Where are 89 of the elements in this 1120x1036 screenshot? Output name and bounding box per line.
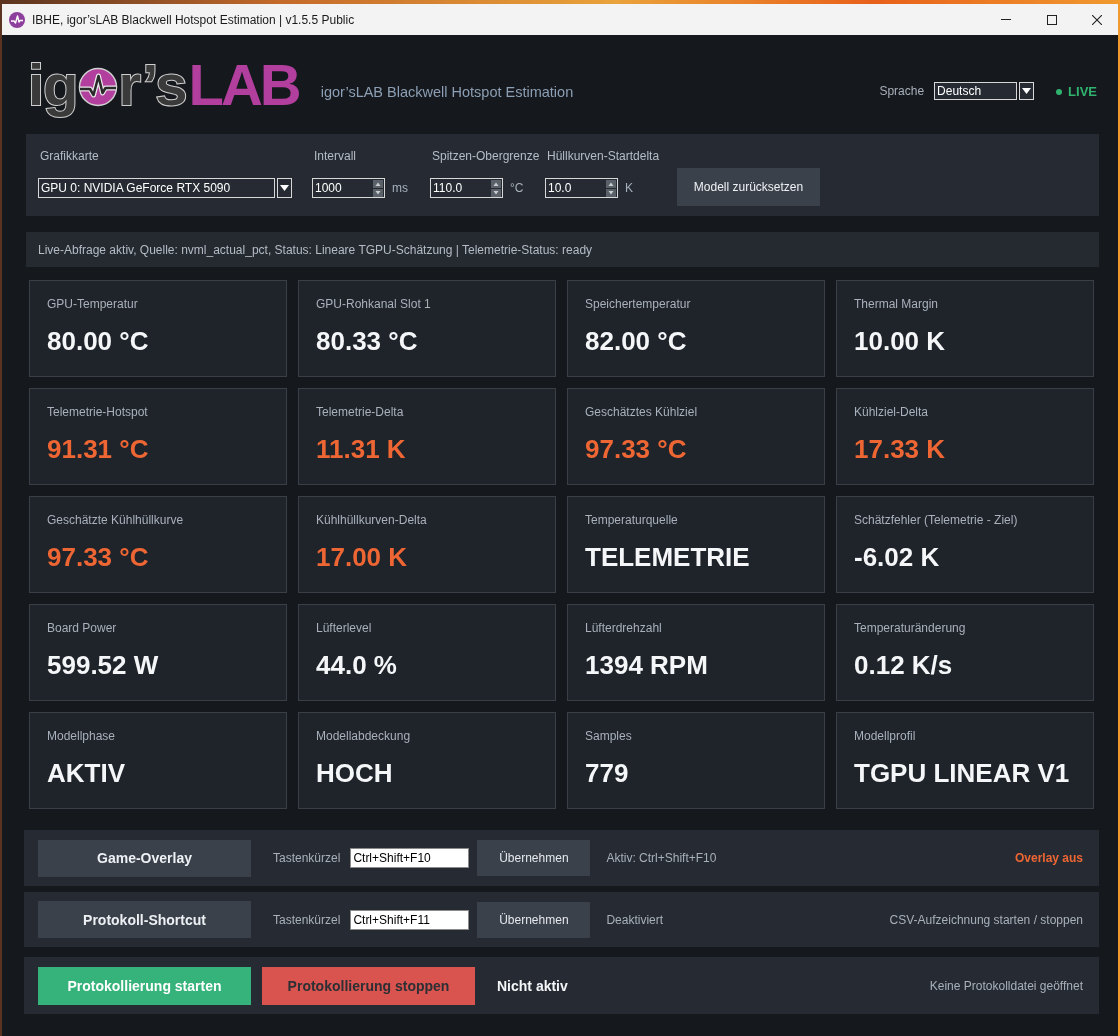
caret-icon xyxy=(280,185,289,191)
metric-label: Board Power xyxy=(47,620,117,637)
shortcut-note: CSV-Aufzeichnung starten / stoppen xyxy=(889,912,1083,927)
metric-label: Modellphase xyxy=(47,728,116,745)
metric-label: Geschätzte Kühlhüllkurve xyxy=(47,512,184,529)
app-subtitle: igor’sLAB Blackwell Hotspot Estimation xyxy=(320,83,574,100)
shortcut-input[interactable]: Ctrl+Shift+F10 xyxy=(350,848,470,868)
metric-label: Telemetrie-Hotspot xyxy=(47,404,148,421)
metric-value: 82.00 °C xyxy=(585,325,687,357)
apply-button[interactable]: Übernehmen xyxy=(477,901,591,938)
number-field[interactable]: 110.0 xyxy=(430,178,503,198)
metric-label: Temperaturänderung xyxy=(854,620,966,637)
shortcut-input[interactable]: Ctrl+Shift+F11 xyxy=(350,909,470,930)
up-arrow-icon[interactable] xyxy=(606,179,616,188)
field-label: Intervall xyxy=(313,148,358,164)
unit-label: K xyxy=(625,181,633,195)
pulse-ring-icon xyxy=(77,66,118,107)
metric-label: Lüfterlevel xyxy=(316,620,372,637)
unit-label: °C xyxy=(510,181,524,195)
metric-label: Telemetrie-Delta xyxy=(316,404,404,421)
metric-value: -6.02 K xyxy=(854,541,940,573)
metric-value: 11.31 K xyxy=(316,433,406,465)
metric-value: 91.31 °C xyxy=(47,433,149,465)
metric-value: 17.33 K xyxy=(854,433,946,465)
metric-value: 80.33 °C xyxy=(316,325,418,357)
number-field[interactable]: 1000 xyxy=(312,178,385,198)
live-label: LIVE xyxy=(1068,84,1097,99)
metric-label: Samples xyxy=(585,728,632,745)
metric-label: Temperaturquelle xyxy=(585,512,678,529)
metric-value: TGPU LINEAR V1 xyxy=(854,757,1070,789)
metric-label: Schätzfehler (Telemetrie - Ziel) xyxy=(854,512,1018,529)
dropdown-button[interactable] xyxy=(277,178,292,198)
logging-file-status: Keine Protokolldatei geöffnet xyxy=(929,978,1083,993)
shortcut-label: Tastenkürzel xyxy=(273,912,341,927)
metric-value: 17.00 K xyxy=(316,541,408,573)
language-label: Sprache xyxy=(879,83,925,98)
logging-state: Nicht aktiv xyxy=(497,977,568,994)
unit-label: ms xyxy=(392,181,408,195)
shortcut-toggle-button[interactable]: Protokoll-Shortcut xyxy=(38,901,251,938)
app-pulse-icon xyxy=(9,11,25,28)
status-text: Live-Abfrage aktiv, Quelle: nvml_actual_pct, Status: Lineare TGPU-Schätzung | Telemetrie-Status: ready xyxy=(38,242,593,257)
metric-value: TELEMETRIE xyxy=(585,541,750,573)
metric-label: Modellabdeckung xyxy=(316,728,411,745)
metric-value: AKTIV xyxy=(47,757,125,789)
field-label: Hüllkurven-Startdelta xyxy=(546,148,661,164)
metric-value: 97.33 °C xyxy=(47,541,149,573)
apply-button[interactable]: Übernehmen xyxy=(477,840,591,876)
shortcut-status: Deaktiviert xyxy=(606,912,664,927)
metric-label: Thermal Margin xyxy=(854,296,939,313)
metric-value: 0.12 K/s xyxy=(854,649,953,681)
logo-text: r’s xyxy=(118,54,187,115)
close-icon xyxy=(1091,14,1102,25)
up-arrow-icon[interactable] xyxy=(373,179,383,188)
metric-label: GPU-Rohkanal Slot 1 xyxy=(316,296,431,313)
caret-icon xyxy=(1022,87,1032,94)
down-arrow-icon[interactable] xyxy=(373,188,383,197)
reset-model-button[interactable]: Modell zurücksetzen xyxy=(677,168,820,206)
metric-label: Kühlziel-Delta xyxy=(854,404,929,421)
minimize-icon xyxy=(1001,19,1011,20)
metric-value: 97.33 °C xyxy=(585,433,687,465)
shortcut-toggle-button[interactable]: Game-Overlay xyxy=(38,839,251,877)
metric-label: GPU-Temperatur xyxy=(47,296,138,313)
field-label: Spitzen-Obergrenze xyxy=(431,148,541,164)
window-title: IBHE, igor’sLAB Blackwell Hotspot Estimation | v1.5.5 Public xyxy=(32,12,355,27)
metric-label: Geschätztes Kühlziel xyxy=(585,404,698,421)
shortcut-label: Tastenkürzel xyxy=(273,851,341,865)
metric-label: Speichertemperatur xyxy=(585,296,691,313)
metric-value: HOCH xyxy=(316,757,393,789)
up-arrow-icon[interactable] xyxy=(491,179,501,188)
metric-value: 599.52 W xyxy=(47,649,159,681)
gpu-select[interactable]: GPU 0: NVIDIA GeForce RTX 5090 xyxy=(38,178,275,198)
metric-value: 779 xyxy=(585,757,629,789)
metric-label: Kühlhüllkurven-Delta xyxy=(316,512,427,529)
metric-value: 1394 RPM xyxy=(585,649,708,681)
metric-label: Modellprofil xyxy=(854,728,916,745)
metric-label: Lüfterdrehzahl xyxy=(585,620,662,637)
metric-value: 10.00 K xyxy=(854,325,946,357)
down-arrow-icon[interactable] xyxy=(491,188,501,197)
logo-text: LAB xyxy=(188,54,299,115)
dropdown-button[interactable] xyxy=(1019,81,1035,100)
field-label: Grafikkarte xyxy=(39,148,100,164)
down-arrow-icon[interactable] xyxy=(606,188,616,197)
shortcut-status: Aktiv: Ctrl+Shift+F10 xyxy=(606,851,717,865)
number-field[interactable]: 10.0 xyxy=(545,178,618,198)
maximize-icon xyxy=(1047,14,1057,25)
shortcut-note: Overlay aus xyxy=(1014,851,1083,865)
metric-value: 80.00 °C xyxy=(47,325,149,357)
metric-value: 44.0 % xyxy=(316,649,397,681)
logo-text: ig xyxy=(28,54,78,115)
